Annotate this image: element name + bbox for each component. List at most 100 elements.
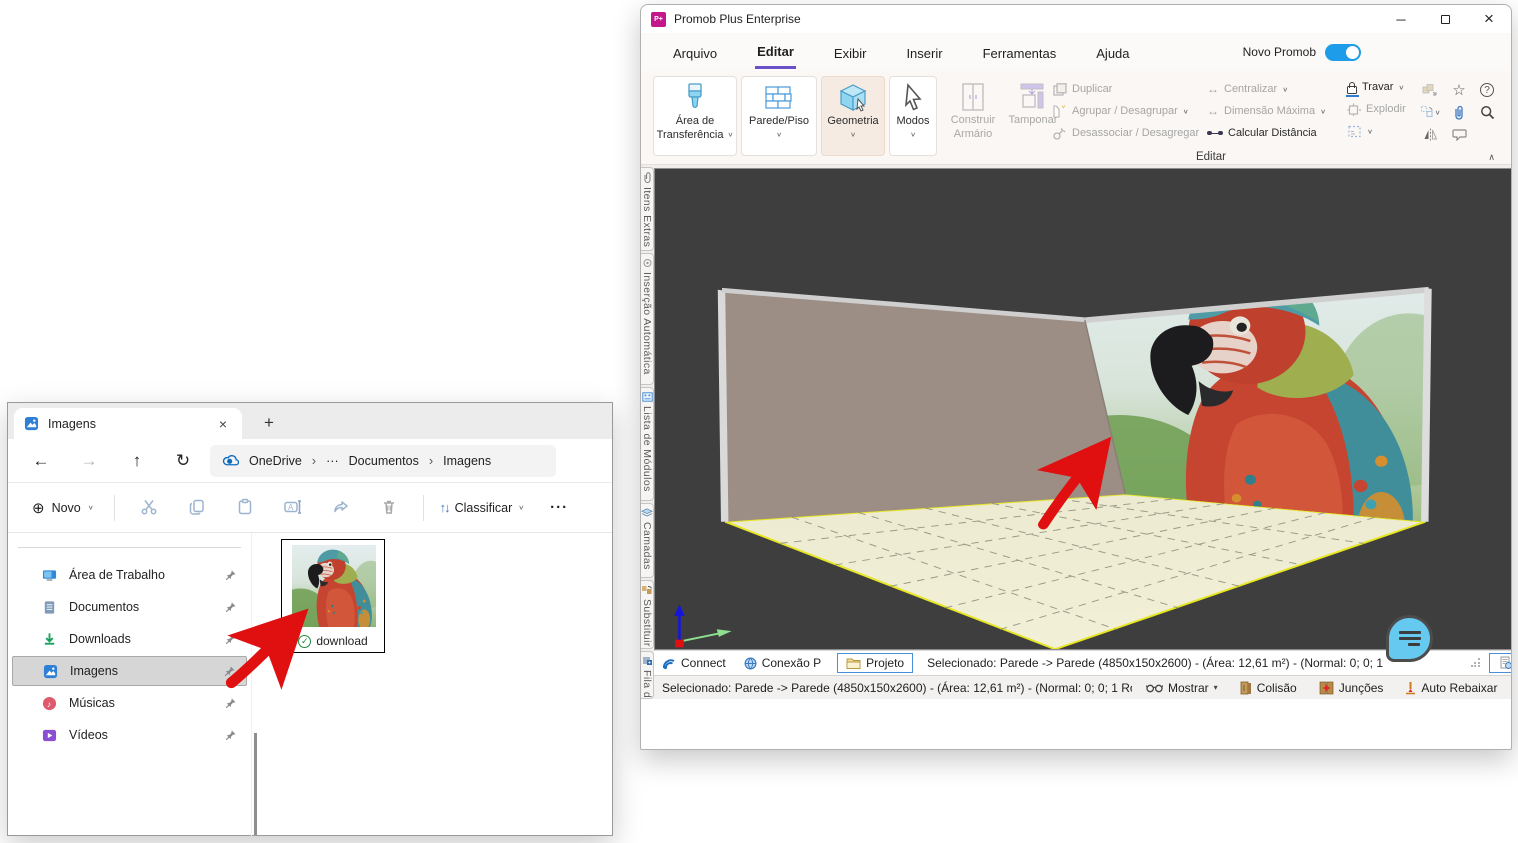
projeto-button[interactable]: Projeto: [837, 653, 913, 673]
favorites-star-button[interactable]: ☆: [1445, 79, 1473, 101]
colisao-label: Colisão: [1257, 681, 1297, 695]
new-button[interactable]: ⊕ Novo ∨: [22, 493, 104, 523]
cmd-label: Agrupar / Desagrupar: [1072, 105, 1178, 117]
sidebar-item-area-de-trabalho[interactable]: Área de Trabalho: [12, 560, 247, 590]
search-button[interactable]: [1473, 101, 1501, 123]
sidebar-item-imagens[interactable]: Imagens: [12, 656, 247, 686]
juncoes-button[interactable]: Junções: [1311, 681, 1392, 695]
desassociar-command[interactable]: Desassociar / Desagregar: [1053, 125, 1199, 141]
menu-editar[interactable]: Editar: [755, 35, 796, 69]
rename-button[interactable]: A: [269, 498, 317, 516]
up-button[interactable]: ↑: [122, 451, 152, 471]
cmd-label: Duplicar: [1072, 83, 1112, 95]
ribbon-parede-piso-button[interactable]: Parede/Piso ∨: [741, 76, 817, 156]
ribbon-construir-armario-button[interactable]: Construir Armário: [941, 76, 1005, 156]
resize-grip[interactable]: [1471, 658, 1481, 668]
mirror-button[interactable]: [1415, 123, 1445, 145]
sidebar-item-musicas[interactable]: ♪ Músicas: [12, 688, 247, 718]
tab-close-button[interactable]: ×: [214, 416, 232, 432]
colisao-button[interactable]: Colisão: [1232, 681, 1305, 695]
ribbon-area-transferencia-button[interactable]: Área de Transferência ∨: [653, 76, 737, 156]
mostrar-dropdown[interactable]: Mostrar ▾: [1138, 681, 1226, 695]
conexao-p-button[interactable]: Conexão P: [744, 656, 821, 670]
paste-button[interactable]: [221, 498, 269, 516]
sidebar-item-documentos[interactable]: Documentos: [12, 592, 247, 622]
agrupar-command[interactable]: Agrupar / Desagrupar ∨: [1053, 103, 1199, 119]
breadcrumb[interactable]: OneDrive › ··· Documentos › Imagens: [210, 445, 556, 477]
align-stack-button[interactable]: [1415, 79, 1445, 101]
brick-wall-icon: [764, 83, 794, 113]
report-button[interactable]: [1489, 653, 1512, 673]
chevron-down-icon: ∨: [910, 130, 916, 140]
tab-itens-extras[interactable]: Itens Extras: [641, 167, 654, 251]
ribbon-group-label: Editar: [1141, 151, 1281, 163]
projeto-label: Projeto: [866, 656, 904, 670]
auto-lower-icon: [1405, 681, 1416, 695]
help-button[interactable]: ?: [1473, 79, 1501, 101]
dashed-box-icon: [1347, 125, 1362, 138]
new-tab-button[interactable]: +: [264, 413, 274, 433]
crumb-imagens[interactable]: Imagens: [443, 454, 491, 468]
duplicar-command[interactable]: Duplicar: [1053, 81, 1199, 97]
menu-arquivo[interactable]: Arquivo: [671, 37, 719, 68]
menu-ajuda[interactable]: Ajuda: [1094, 37, 1131, 68]
file-item-download[interactable]: ✓ download: [281, 539, 385, 653]
dimensao-maxima-command[interactable]: ↔ Dimensão Máxima ∨: [1207, 103, 1326, 119]
menu-exibir[interactable]: Exibir: [832, 37, 869, 68]
tab-insercao-automatica[interactable]: Inserção Automática: [641, 253, 654, 385]
back-button[interactable]: ←: [26, 451, 56, 471]
sidebar-item-downloads[interactable]: Downloads: [12, 624, 247, 654]
delete-button[interactable]: [365, 498, 413, 516]
sidebar-item-videos[interactable]: Vídeos: [12, 720, 247, 750]
sort-button[interactable]: ↑↓ Classificar ∨: [440, 500, 525, 515]
promob-title-bar[interactable]: P+ Promob Plus Enterprise ─ ×: [641, 5, 1511, 33]
minimize-button[interactable]: ─: [1379, 5, 1423, 33]
ribbon-collapse-button[interactable]: ∧: [1488, 152, 1495, 163]
comment-button[interactable]: [1445, 123, 1473, 145]
swap-button[interactable]: ∨: [1415, 101, 1445, 123]
selection-box-command[interactable]: ∨: [1347, 123, 1406, 139]
refresh-button[interactable]: ↻: [168, 451, 198, 471]
menu-ferramentas[interactable]: Ferramentas: [981, 37, 1059, 68]
auto-rebaixar-button[interactable]: Auto Rebaixar: [1397, 681, 1505, 695]
explorer-tab-imagens[interactable]: Imagens ×: [14, 408, 242, 439]
tab-substituir[interactable]: Substituir: [641, 580, 654, 649]
status-bar-outer: Selecionado: Parede -> Parede (4850x150x…: [654, 675, 1512, 699]
wrench-icon[interactable]: [1511, 680, 1512, 695]
crumb-onedrive[interactable]: OneDrive: [249, 454, 302, 468]
duplicate-icon: [1053, 83, 1067, 96]
see-more-button[interactable]: ···: [550, 499, 568, 516]
novo-promob-toggle[interactable]: [1325, 44, 1361, 61]
tab-camadas[interactable]: Camadas: [641, 503, 654, 578]
ribbon-geometria-button[interactable]: Geometria ∨: [821, 76, 885, 156]
close-button[interactable]: ×: [1467, 5, 1511, 33]
ribbon-modos-button[interactable]: Modos ∨: [889, 76, 937, 156]
calcular-distancia-command[interactable]: Calcular Distância: [1207, 125, 1326, 141]
travar-command[interactable]: Travar ∨: [1347, 79, 1406, 95]
attach-button[interactable]: [1445, 101, 1473, 123]
crumb-documentos[interactable]: Documentos: [349, 454, 419, 468]
explodir-command[interactable]: Explodir: [1347, 101, 1406, 117]
viewport-3d[interactable]: [654, 168, 1512, 650]
group-icon: [1053, 105, 1067, 118]
tab-fila[interactable]: Fila d: [641, 651, 654, 699]
file-label-row: ✓ download: [282, 634, 384, 648]
share-button[interactable]: [317, 498, 365, 516]
menu-inserir[interactable]: Inserir: [904, 37, 944, 68]
forward-button[interactable]: →: [74, 451, 104, 471]
crumb-overflow[interactable]: ···: [326, 454, 339, 468]
file-list-area[interactable]: ✓ download: [251, 533, 612, 836]
new-label: Novo: [52, 501, 81, 515]
btn-label: Parede/Piso: [749, 115, 809, 127]
tab-lista-de-modulos[interactable]: Lista de Módulos: [641, 387, 654, 502]
maximize-button[interactable]: [1423, 5, 1467, 33]
copy-button[interactable]: [173, 498, 221, 516]
chevron-down-icon: ∨: [1282, 85, 1288, 92]
explorer-nav-bar: ← → ↑ ↻ OneDrive › ··· Documentos › Imag…: [8, 439, 612, 483]
connect-button[interactable]: Connect: [662, 656, 726, 670]
paintbrush-icon: [681, 83, 709, 113]
cut-button[interactable]: [125, 498, 173, 516]
btn-label: Geometria: [827, 115, 878, 127]
centralizar-command[interactable]: ↔ Centralizar ∨: [1207, 81, 1326, 97]
chat-button[interactable]: [1386, 615, 1433, 662]
